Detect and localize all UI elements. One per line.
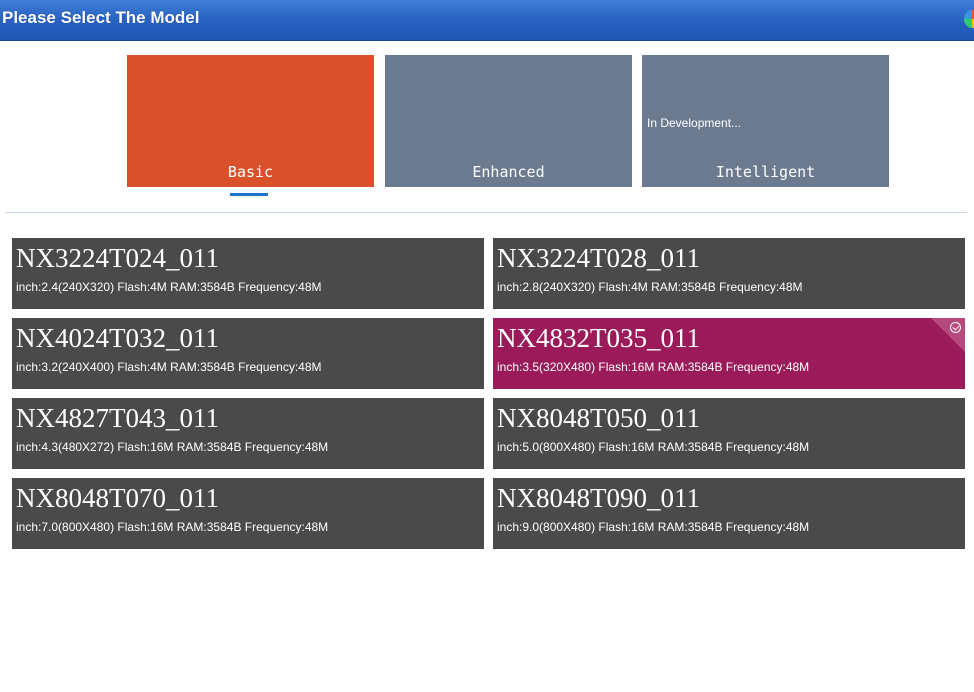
tab-enhanced[interactable]: Enhanced [385,55,632,187]
model-spec: inch:2.8(240X320) Flash:4M RAM:3584B Fre… [497,280,803,294]
model-name: NX4024T032_011 [16,323,219,353]
tab-basic-label: Basic [227,163,274,181]
model-name: NX4832T035_011 [497,323,700,353]
tab-basic[interactable]: Basic [127,55,374,187]
tab-intelligent-note: In Development... [647,116,742,130]
model-spec: inch:9.0(800X480) Flash:16M RAM:3584B Fr… [497,520,810,534]
window-title: Please Select The Model [2,8,200,27]
model-spec: inch:5.0(800X480) Flash:16M RAM:3584B Fr… [497,440,810,454]
model-name: NX8048T050_011 [497,403,700,433]
model-spec: inch:3.5(320X480) Flash:16M RAM:3584B Fr… [497,360,810,374]
app-logo-icon [964,10,974,28]
model-card-nx4832t035[interactable]: NX4832T035_011 inch:3.5(320X480) Flash:1… [493,318,965,389]
model-name: NX3224T024_011 [16,243,219,273]
model-card-nx8048t050[interactable]: NX8048T050_011 inch:5.0(800X480) Flash:1… [493,398,965,469]
model-spec: inch:2.4(240X320) Flash:4M RAM:3584B Fre… [16,280,322,294]
section-divider [5,212,967,213]
tab-enhanced-label: Enhanced [472,163,545,181]
model-card-nx4024t032[interactable]: NX4024T032_011 inch:3.2(240X400) Flash:4… [12,318,484,389]
model-spec: inch:7.0(800X480) Flash:16M RAM:3584B Fr… [16,520,329,534]
model-spec: inch:4.3(480X272) Flash:16M RAM:3584B Fr… [16,440,329,454]
tab-intelligent[interactable]: In Development... Intelligent [642,55,889,187]
model-card-nx8048t070[interactable]: NX8048T070_011 inch:7.0(800X480) Flash:1… [12,478,484,549]
model-name: NX8048T090_011 [497,483,700,513]
selected-corner [931,318,965,352]
tab-intelligent-label: Intelligent [715,163,816,181]
model-name: NX3224T028_011 [497,243,700,273]
model-name: NX8048T070_011 [16,483,219,513]
active-tab-indicator [230,193,268,196]
check-circle-icon [950,322,961,333]
model-card-nx3224t024[interactable]: NX3224T024_011 inch:2.4(240X320) Flash:4… [12,238,484,309]
title-bar: Please Select The Model [0,0,974,41]
model-card-nx4827t043[interactable]: NX4827T043_011 inch:4.3(480X272) Flash:1… [12,398,484,469]
model-spec: inch:3.2(240X400) Flash:4M RAM:3584B Fre… [16,360,322,374]
model-name: NX4827T043_011 [16,403,219,433]
model-card-nx8048t090[interactable]: NX8048T090_011 inch:9.0(800X480) Flash:1… [493,478,965,549]
model-card-nx3224t028[interactable]: NX3224T028_011 inch:2.8(240X320) Flash:4… [493,238,965,309]
